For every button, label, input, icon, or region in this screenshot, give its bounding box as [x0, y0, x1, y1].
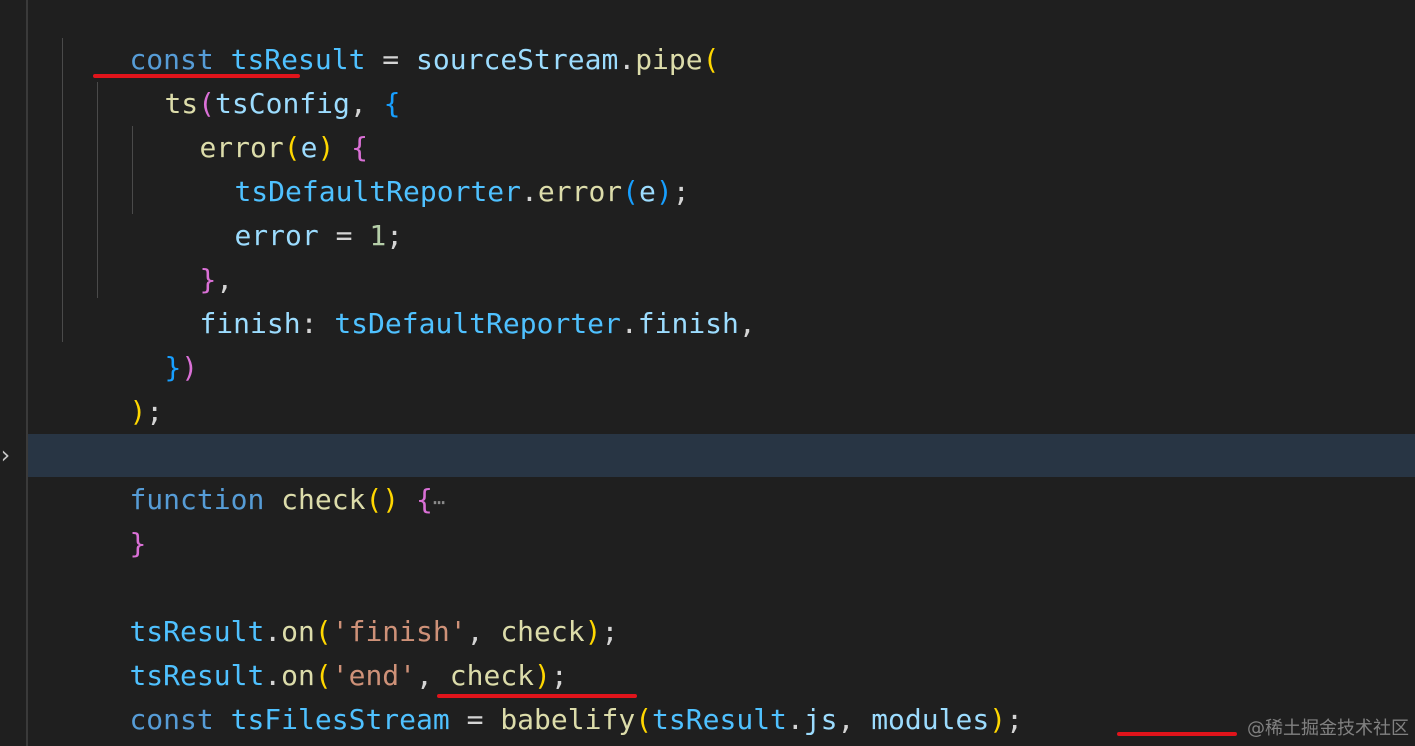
token: { [416, 483, 433, 516]
token: . [521, 175, 538, 208]
code-line: finish: tsDefaultReporter.finish, [132, 258, 755, 340]
token: , [738, 307, 756, 340]
variable-tsDefaultReporter: tsDefaultReporter [334, 307, 621, 340]
function-check: check [281, 483, 366, 516]
token: ) [129, 395, 147, 428]
code-line: tsResult.on('finish', check); [62, 566, 618, 648]
keyword-function: function [129, 483, 265, 516]
token: = [318, 219, 370, 252]
gutter-divider [26, 0, 28, 746]
token: } [129, 527, 147, 560]
token: ) [181, 351, 199, 384]
token: ; [386, 219, 404, 252]
code-line: const tsResult = sourceStream.pipe( [62, 0, 719, 76]
chevron-right-icon[interactable]: › [0, 438, 12, 472]
token: ( [622, 175, 640, 208]
code-line: tsResult.on('end', check); [62, 610, 567, 692]
method-pipe: pipe [635, 43, 703, 76]
property-finish: finish [637, 307, 739, 340]
annotation-underline-tsconfig [93, 74, 300, 78]
token: ; [601, 615, 619, 648]
code-line-folded[interactable]: function check() {⋯ [62, 434, 445, 516]
token: ; [146, 395, 164, 428]
method-error: error [537, 175, 623, 208]
code-line: }) [97, 302, 198, 384]
code-editor[interactable]: › const tsResult = sourceStream.pipe( ts… [0, 0, 1415, 746]
code-line: }, [132, 214, 233, 296]
code-line: tsDefaultReporter.error(e); [167, 126, 689, 208]
token: { [383, 87, 401, 120]
variable-sourceStream: sourceStream [416, 43, 619, 76]
number-literal: 1 [369, 219, 387, 252]
token: . [620, 307, 638, 340]
folded-ellipsis-icon[interactable]: ⋯ [433, 490, 445, 514]
code-line: const tsFilesStream = babelify(tsResult.… [62, 654, 1023, 736]
token: : [300, 307, 335, 340]
token: ; [672, 175, 690, 208]
token: . [618, 43, 636, 76]
token: ( [702, 43, 720, 76]
watermark: @稀土掘金技术社区 [1247, 718, 1409, 739]
code-line: ); [62, 346, 163, 428]
code-line: error(e) { [132, 82, 368, 164]
token: () [365, 483, 400, 516]
code-line: error = 1; [167, 170, 403, 252]
property-finish: finish [199, 307, 301, 340]
token: } [164, 351, 182, 384]
param-e: e [639, 175, 656, 208]
variable-error: error [234, 219, 319, 252]
code-line: } [62, 478, 146, 560]
annotation-underline-babelify [437, 694, 637, 698]
annotation-underline-esdir [1117, 732, 1237, 736]
token: ) [655, 175, 673, 208]
token: ) [584, 615, 602, 648]
